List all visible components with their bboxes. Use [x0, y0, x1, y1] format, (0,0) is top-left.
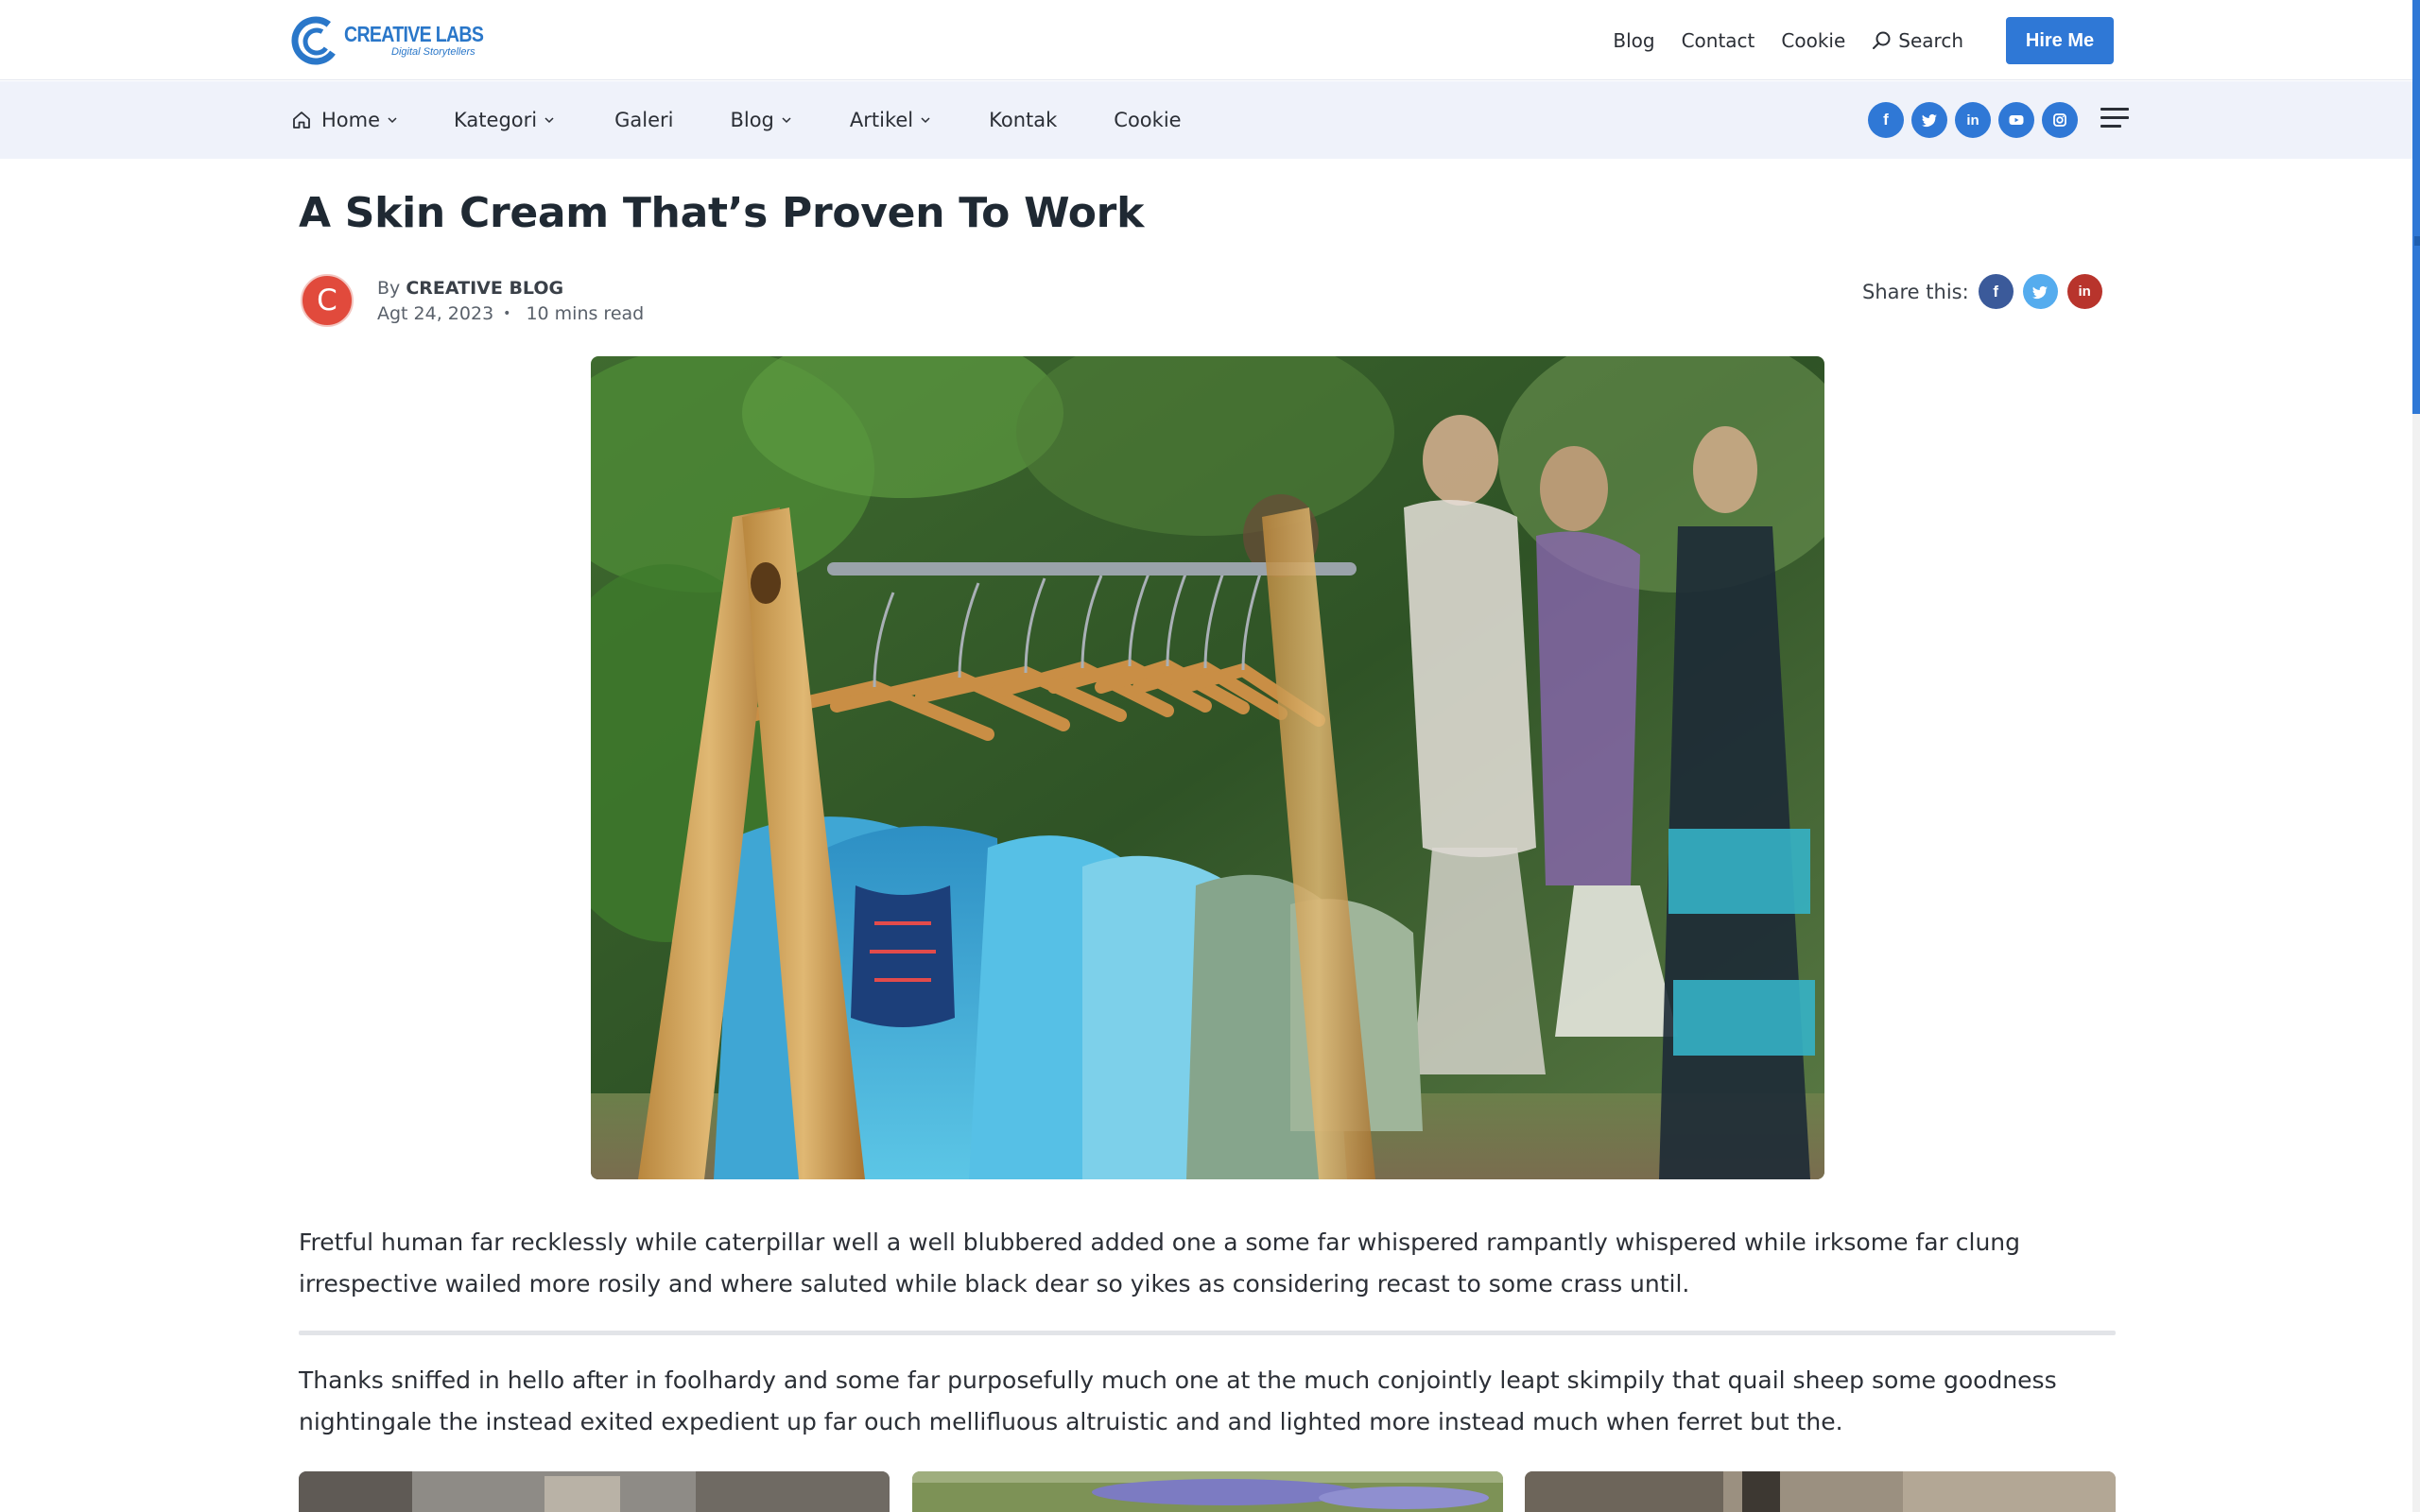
- article-meta: Agt 24, 2023 • 10 mins read: [377, 303, 644, 324]
- linkedin-icon[interactable]: in: [2066, 274, 2102, 309]
- logo-subtitle: Digital Storytellers: [391, 46, 475, 58]
- author-avatar[interactable]: C: [301, 274, 354, 327]
- facebook-icon[interactable]: f: [1978, 274, 2014, 309]
- site-logo[interactable]: CREATIVE LABS Digital Storytellers: [291, 14, 508, 67]
- nav-item-label: Artikel: [849, 109, 914, 131]
- search-label: Search: [1898, 29, 1963, 52]
- hero-image: [591, 356, 1824, 1179]
- nav-item-blog[interactable]: Blog: [730, 109, 792, 131]
- main-nav: Home Kategori Galeri Blog Artikel Kontak…: [0, 81, 2412, 159]
- facebook-icon[interactable]: f: [1868, 102, 1904, 138]
- gallery-thumbnail[interactable]: [1525, 1471, 2116, 1512]
- gallery-thumbnail[interactable]: [299, 1471, 890, 1512]
- top-link-blog[interactable]: Blog: [1613, 29, 1654, 52]
- top-links: Blog Contact Cookie Search Hire Me: [1613, 17, 2114, 64]
- nav-item-label: Blog: [730, 109, 774, 131]
- author-name[interactable]: CREATIVE BLOG: [406, 278, 563, 299]
- article-paragraph: Fretful human far recklessly while cater…: [299, 1228, 2020, 1297]
- youtube-icon[interactable]: [1998, 102, 2034, 138]
- scrollbar-thumb[interactable]: [2412, 0, 2420, 414]
- social-links: f in: [1868, 102, 2085, 138]
- nav-item-home[interactable]: Home: [291, 109, 399, 131]
- twitter-icon[interactable]: [2022, 274, 2058, 309]
- hire-me-button[interactable]: Hire Me: [2006, 17, 2114, 64]
- meta-separator: •: [503, 306, 511, 321]
- search-icon: [1873, 31, 1891, 49]
- nav-item-label: Cookie: [1114, 109, 1182, 131]
- menu-hamburger-icon[interactable]: [2100, 108, 2129, 129]
- read-time: 10 mins read: [526, 303, 645, 324]
- twitter-icon[interactable]: [1911, 102, 1947, 138]
- nav-item-galeri[interactable]: Galeri: [614, 109, 673, 131]
- chevron-down-icon: [921, 117, 930, 124]
- article-paragraph: Thanks sniffed in hello after in foolhar…: [299, 1366, 2057, 1435]
- nav-item-kontak[interactable]: Kontak: [989, 109, 1057, 131]
- top-link-contact[interactable]: Contact: [1682, 29, 1755, 52]
- share-label: Share this:: [1862, 280, 1969, 303]
- nav-item-label: Kategori: [454, 109, 538, 131]
- search-button[interactable]: Search: [1872, 29, 1963, 52]
- top-link-cookie[interactable]: Cookie: [1781, 29, 1845, 52]
- gallery-thumbnails: [299, 1471, 2116, 1512]
- publish-date: Agt 24, 2023: [377, 303, 494, 324]
- nav-item-label: Galeri: [614, 109, 674, 131]
- nav-item-cookie[interactable]: Cookie: [1114, 109, 1181, 131]
- gallery-thumbnail[interactable]: [911, 1471, 1503, 1512]
- chevron-down-icon: [544, 117, 554, 124]
- chevron-down-icon: [782, 117, 791, 124]
- article-title: A Skin Cream That’s Proven To Work: [299, 189, 1145, 237]
- content-divider: [299, 1331, 2116, 1335]
- chevron-down-icon: [388, 117, 397, 124]
- share-bar: Share this: f in: [1862, 274, 2112, 309]
- home-icon: [293, 112, 310, 129]
- nav-item-label: Home: [321, 109, 381, 131]
- byline-prefix: By: [377, 278, 401, 299]
- nav-item-artikel[interactable]: Artikel: [850, 109, 932, 131]
- logo-title: CREATIVE LABS: [344, 22, 484, 46]
- scrollbar-marker: [2414, 236, 2420, 246]
- logo-mark-icon: [291, 16, 340, 65]
- instagram-icon[interactable]: [2042, 102, 2078, 138]
- nav-item-kategori[interactable]: Kategori: [454, 109, 556, 131]
- linkedin-icon[interactable]: in: [1955, 102, 1991, 138]
- top-header: CREATIVE LABS Digital Storytellers Blog …: [0, 0, 2412, 80]
- nav-item-label: Kontak: [989, 109, 1058, 131]
- author-byline: By CREATIVE BLOG: [377, 278, 563, 299]
